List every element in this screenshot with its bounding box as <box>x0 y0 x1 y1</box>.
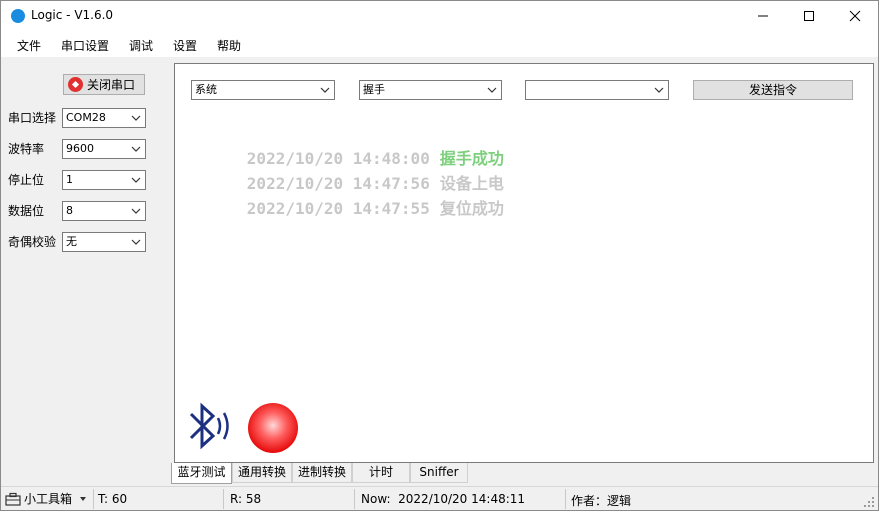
menu-help[interactable]: 帮助 <box>217 37 241 54</box>
chevron-down-icon <box>131 115 141 121</box>
data-bits-label: 数据位 <box>8 204 45 218</box>
chevron-down-icon <box>654 87 664 93</box>
category-value: 系统 <box>195 83 217 96</box>
minimize-button[interactable] <box>740 1 786 31</box>
category-select[interactable]: 系统 <box>191 80 335 100</box>
status-divider <box>223 489 224 509</box>
chevron-down-icon <box>320 87 330 93</box>
menu-settings[interactable]: 设置 <box>173 37 197 54</box>
stop-bits-label: 停止位 <box>8 173 45 187</box>
maximize-icon <box>804 11 814 21</box>
tab-base-convert[interactable]: 进制转换 <box>292 463 352 483</box>
status-r: R: 58 <box>230 492 262 506</box>
param-select[interactable] <box>525 80 669 100</box>
status-divider <box>565 489 566 509</box>
tab-bluetooth-test[interactable]: 蓝牙测试 <box>171 463 232 484</box>
status-now: Now: 2022/10/20 14:48:11 <box>361 492 526 506</box>
status-divider <box>93 489 94 509</box>
chevron-down-icon <box>131 208 141 214</box>
stop-bits-select[interactable]: 1 <box>62 170 146 190</box>
bluetooth-icon <box>189 402 229 450</box>
log-time: 2022/10/20 14:47:55 <box>246 199 430 218</box>
log-message: 复位成功 <box>439 199 504 218</box>
connection-status-led <box>248 403 298 453</box>
chevron-down-icon <box>487 87 497 93</box>
minimize-icon <box>758 15 768 17</box>
status-t: T: 60 <box>98 492 128 506</box>
toolbox-dropdown[interactable]: 小工具箱 <box>5 490 88 507</box>
title-bar: Logic - V1.6.0 <box>1 1 878 31</box>
data-bits-select[interactable]: 8 <box>62 201 146 221</box>
send-command-button[interactable]: 发送指令 <box>693 80 853 100</box>
menu-bar: 文件 串口设置 调试 设置 帮助 <box>1 31 878 57</box>
menu-file[interactable]: 文件 <box>17 37 41 54</box>
status-divider <box>354 489 355 509</box>
chevron-down-icon <box>131 239 141 245</box>
parity-label: 奇偶校验 <box>8 235 57 249</box>
toolbox-label: 小工具箱 <box>24 492 73 506</box>
close-icon <box>849 10 861 22</box>
parity-select[interactable]: 无 <box>62 232 146 252</box>
baud-select[interactable]: 9600 <box>62 139 146 159</box>
chevron-down-icon <box>131 146 141 152</box>
stop-icon <box>68 77 83 92</box>
window-title: Logic - V1.6.0 <box>31 8 114 22</box>
baud-value: 9600 <box>66 142 94 155</box>
status-author: 作者：逻辑 <box>571 494 632 508</box>
parity-value: 无 <box>66 235 77 248</box>
log-line: 2022/10/20 14:47:55 复位成功 <box>189 176 504 238</box>
port-value: COM28 <box>66 111 106 124</box>
action-select[interactable]: 握手 <box>359 80 502 100</box>
close-port-button[interactable]: 关闭串口 <box>63 74 145 95</box>
port-label: 串口选择 <box>8 111 57 125</box>
stop-bits-value: 1 <box>66 173 73 186</box>
menu-serial-settings[interactable]: 串口设置 <box>61 37 109 54</box>
data-bits-value: 8 <box>66 204 73 217</box>
status-bar: 小工具箱 T: 60 R: 58 Now: 2022/10/20 14:48:1… <box>1 486 878 510</box>
tab-timer[interactable]: 计时 <box>352 463 410 483</box>
caret-down-icon <box>80 496 87 501</box>
port-select[interactable]: COM28 <box>62 108 146 128</box>
app-icon <box>11 9 25 23</box>
tab-sniffer[interactable]: Sniffer <box>410 463 468 483</box>
resize-grip-icon[interactable] <box>863 496 875 508</box>
app-window: Logic - V1.6.0 文件 串口设置 调试 设置 帮助 关闭串口 串口选… <box>0 0 879 511</box>
bluetooth-test-panel: 系统 握手 发送指令 2022/10/20 14:48:00 握手成功 2022/… <box>174 63 874 463</box>
baud-label: 波特率 <box>8 142 45 156</box>
action-value: 握手 <box>363 83 385 96</box>
maximize-button[interactable] <box>786 1 832 31</box>
chevron-down-icon <box>131 177 141 183</box>
close-port-label: 关闭串口 <box>87 78 136 92</box>
toolbox-icon <box>5 492 21 506</box>
serial-panel: 关闭串口 串口选择 COM28 波特率 9600 停止位 1 数据位 8 奇偶校… <box>1 57 171 485</box>
menu-debug[interactable]: 调试 <box>129 37 153 54</box>
tab-general-convert[interactable]: 通用转换 <box>232 463 292 483</box>
close-button[interactable] <box>832 1 878 31</box>
